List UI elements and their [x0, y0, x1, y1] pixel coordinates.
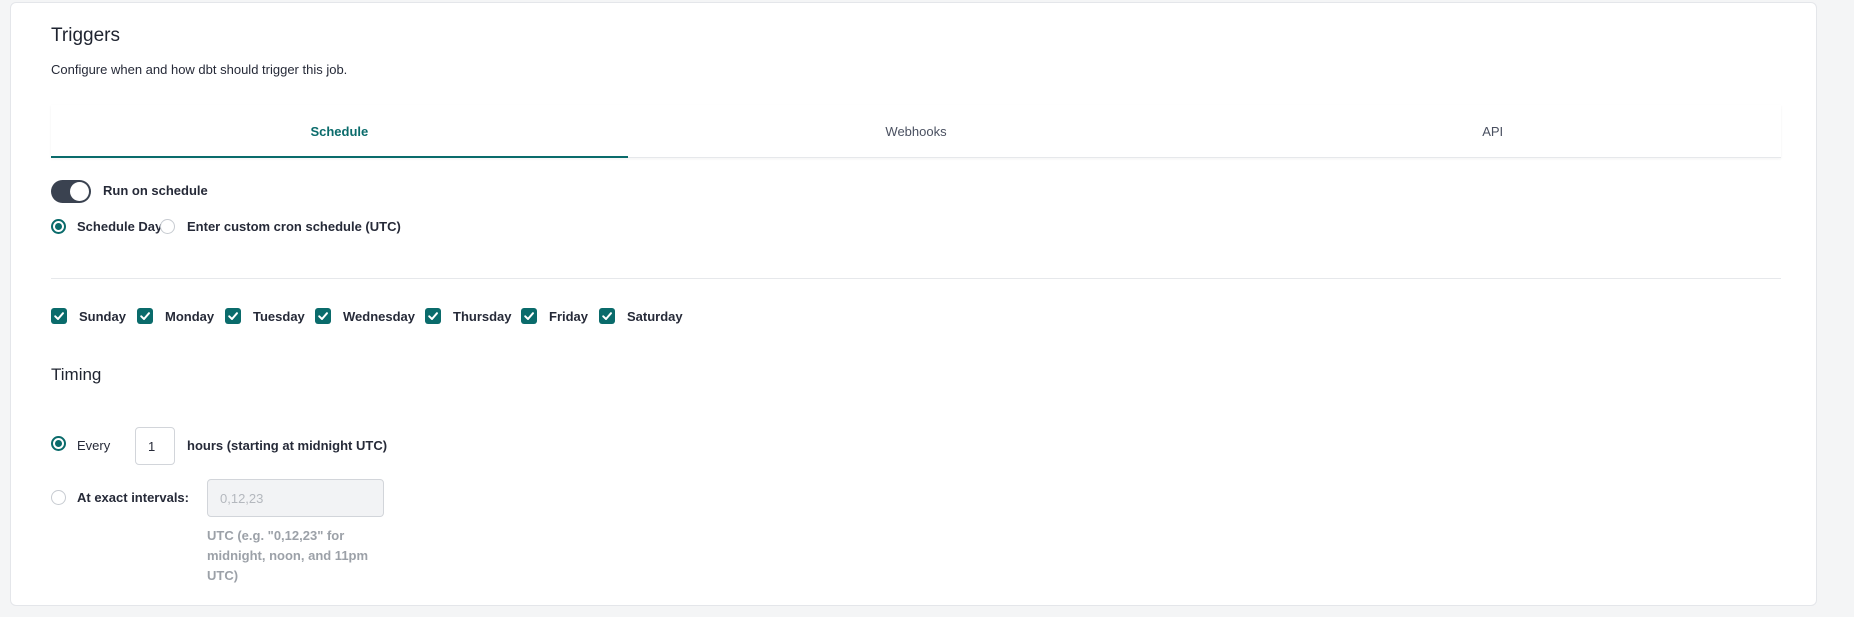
day-label: Wednesday	[343, 308, 416, 324]
day-label: Thursday	[453, 308, 512, 324]
day-label: Friday	[549, 308, 589, 324]
run-on-schedule-label: Run on schedule	[103, 183, 208, 198]
check-icon[interactable]	[137, 308, 153, 324]
exact-intervals-label: At exact intervals:	[77, 490, 189, 505]
day-saturday[interactable]: Saturday	[599, 307, 683, 325]
day-thursday[interactable]: Thursday	[425, 307, 512, 325]
day-sunday[interactable]: Sunday	[51, 307, 126, 325]
check-icon[interactable]	[599, 308, 615, 324]
run-on-schedule-toggle[interactable]	[51, 180, 91, 203]
schedule-days-label: Schedule Days	[77, 219, 170, 234]
day-label: Tuesday	[253, 308, 305, 324]
day-tuesday[interactable]: Tuesday	[225, 307, 305, 325]
exact-intervals-input[interactable]	[207, 479, 384, 517]
day-label: Saturday	[627, 308, 683, 324]
check-icon[interactable]	[51, 308, 67, 324]
section-title: Triggers	[51, 25, 120, 46]
toggle-knob	[70, 182, 89, 201]
day-monday[interactable]: Monday	[137, 307, 214, 325]
custom-cron-label: Enter custom cron schedule (UTC)	[187, 219, 401, 234]
day-friday[interactable]: Friday	[521, 307, 588, 325]
trigger-tabs: Schedule Webhooks API	[51, 105, 1781, 158]
tab-webhooks[interactable]: Webhooks	[628, 105, 1205, 157]
day-label: Sunday	[79, 308, 126, 324]
every-hours-radio[interactable]	[51, 436, 66, 451]
exact-intervals-help: UTC (e.g. "0,12,23" for midnight, noon, …	[207, 528, 369, 583]
check-icon[interactable]	[225, 308, 241, 324]
check-icon[interactable]	[315, 308, 331, 324]
day-wednesday[interactable]: Wednesday	[315, 307, 415, 325]
exact-intervals-radio[interactable]	[51, 490, 66, 505]
tab-schedule[interactable]: Schedule	[51, 105, 628, 158]
check-icon[interactable]	[425, 308, 441, 324]
check-icon[interactable]	[521, 308, 537, 324]
day-label: Monday	[165, 308, 215, 324]
triggers-card: Triggers Configure when and how dbt shou…	[10, 2, 1817, 606]
every-hours-suffix: hours (starting at midnight UTC)	[187, 438, 388, 453]
schedule-days-radio[interactable]	[51, 219, 66, 234]
section-subtitle: Configure when and how dbt should trigge…	[51, 62, 348, 77]
custom-cron-radio[interactable]	[160, 219, 175, 234]
every-hours-input[interactable]	[135, 427, 175, 465]
timing-heading: Timing	[51, 365, 102, 384]
every-label: Every	[77, 438, 111, 453]
divider	[51, 278, 1781, 279]
tab-api[interactable]: API	[1204, 105, 1781, 157]
